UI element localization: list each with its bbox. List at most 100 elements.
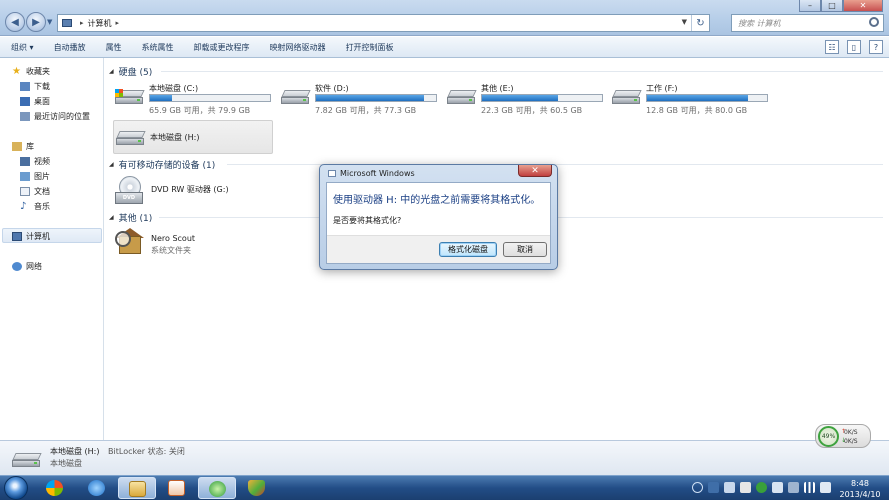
taskbar-app-ie[interactable]	[78, 477, 116, 499]
window-controls: – □ ✕	[799, 0, 883, 12]
cancel-button[interactable]: 取消	[503, 242, 547, 257]
collapse-triangle-icon[interactable]: ◢	[109, 68, 114, 75]
minimize-button[interactable]: –	[799, 0, 821, 12]
properties-button[interactable]: 属性	[96, 42, 132, 53]
drive-h[interactable]: 本地磁盘 (H:)	[113, 120, 273, 154]
nav-pictures[interactable]: 图片	[20, 171, 50, 182]
nav-libraries[interactable]: 库	[12, 141, 34, 152]
drive-c[interactable]: 本地磁盘 (C:) 65.9 GB 可用，共 79.9 GB	[113, 80, 273, 115]
autoplay-button[interactable]: 自动播放	[44, 42, 96, 53]
forward-button[interactable]: ▶	[26, 12, 46, 32]
nav-libraries-label: 库	[26, 142, 34, 151]
nav-downloads[interactable]: 下载	[20, 81, 50, 92]
taskbar-app-security[interactable]	[238, 477, 276, 499]
taskbar: 8:48 2013/4/10	[0, 475, 889, 500]
taskbar-app-explorer[interactable]	[118, 477, 156, 499]
group-header-hard-disks[interactable]: ◢ 硬盘 (5)	[109, 65, 152, 78]
nav-desktop-label: 桌面	[34, 97, 50, 106]
group-header-label: 其他 (1)	[118, 214, 153, 224]
dvd-drive-g[interactable]: DVD DVD RW 驱动器 (G:)	[113, 174, 293, 208]
drive-space-info: 7.82 GB 可用，共 77.3 GB	[315, 106, 417, 115]
nav-favorites-label: 收藏夹	[26, 67, 50, 76]
arrow-right-icon: ▶	[32, 16, 40, 28]
download-speed: 0K/S	[844, 438, 858, 445]
drive-f[interactable]: 工作 (F:) 12.8 GB 可用，共 80.0 GB	[610, 80, 770, 115]
address-bar[interactable]: ▸ 计算机 ▸ ▼ ↻	[57, 14, 710, 32]
dialog-body: 使用驱动器 H: 中的光盘之前需要将其格式化。 是否要将其格式化? 格式化磁盘 …	[326, 182, 551, 264]
collapse-triangle-icon[interactable]: ◢	[109, 161, 114, 168]
hard-disk-icon	[116, 131, 146, 147]
title-bar: – □ ✕ ◀ ▶ ▼ ▸ 计算机 ▸ ▼ ↻ 搜索 计算机	[0, 0, 889, 36]
refresh-icon[interactable]: ↻	[691, 15, 709, 31]
item-name: Nero Scout	[151, 234, 196, 243]
nav-computer[interactable]: 计算机	[12, 231, 50, 242]
gadget-percent: 49%	[818, 426, 839, 447]
nav-favorites[interactable]: ★ 收藏夹	[12, 66, 50, 77]
start-button[interactable]	[4, 476, 28, 500]
close-button[interactable]: ✕	[843, 0, 883, 12]
chevron-right-icon[interactable]: ▸	[80, 19, 84, 27]
tray-security-icon[interactable]	[756, 482, 767, 493]
drive-d[interactable]: 软件 (D:) 7.82 GB 可用，共 77.3 GB	[279, 80, 439, 115]
nav-network[interactable]: 网络	[12, 261, 42, 272]
nav-music[interactable]: ♪ 音乐	[20, 201, 50, 212]
nero-scout-item[interactable]: Nero Scout 系统文件夹	[113, 226, 293, 260]
breadcrumb-computer[interactable]: 计算机	[88, 18, 112, 29]
internet-explorer-icon	[88, 480, 105, 496]
nav-recent-places[interactable]: 最近访问的位置	[20, 111, 90, 122]
tray-speaker-icon[interactable]	[820, 482, 831, 493]
drive-usage-bar	[149, 94, 271, 102]
uninstall-program-button[interactable]: 卸载或更改程序	[184, 42, 260, 53]
help-icon[interactable]: ?	[869, 40, 883, 54]
nav-desktop[interactable]: 桌面	[20, 96, 50, 107]
view-options-icon[interactable]: ☷	[825, 40, 839, 54]
video-icon	[20, 157, 30, 166]
dialog-title: Microsoft Windows	[340, 169, 415, 178]
maximize-button[interactable]: □	[821, 0, 843, 12]
organize-menu[interactable]: 组织 ▾	[0, 42, 44, 53]
taskbar-clock[interactable]: 8:48 2013/4/10	[835, 478, 885, 500]
search-icon	[869, 17, 879, 27]
address-dropdown-icon[interactable]: ▼	[682, 18, 687, 26]
drive-e[interactable]: 其他 (E:) 22.3 GB 可用，共 60.5 GB	[445, 80, 605, 115]
music-icon: ♪	[20, 201, 27, 212]
drive-usage-bar	[646, 94, 768, 102]
details-title: 本地磁盘 (H:) BitLocker 状态: 关闭	[50, 446, 185, 457]
nav-pictures-label: 图片	[34, 172, 50, 181]
nav-videos[interactable]: 视频	[20, 156, 50, 167]
tray-flag-icon[interactable]	[740, 482, 751, 493]
tray-usb-icon[interactable]	[788, 482, 799, 493]
tray-network-icon[interactable]	[804, 482, 815, 493]
taskbar-app-color[interactable]	[36, 477, 74, 499]
taskbar-app-360[interactable]	[198, 477, 236, 499]
group-header-removable[interactable]: ◢ 有可移动存储的设备 (1)	[109, 158, 215, 171]
group-header-other[interactable]: ◢ 其他 (1)	[109, 211, 152, 224]
nav-documents[interactable]: 文档	[20, 186, 50, 197]
preview-pane-icon[interactable]: ▯	[847, 40, 861, 54]
drive-space-info: 12.8 GB 可用，共 80.0 GB	[646, 106, 748, 115]
taskbar-app-media[interactable]	[158, 477, 196, 499]
clock-date: 2013/4/10	[839, 490, 881, 499]
dialog-close-button[interactable]: ✕	[518, 165, 552, 177]
network-speed-gadget[interactable]: 49% ↑ ↓ 0K/S 0K/S	[815, 424, 871, 448]
system-properties-button[interactable]: 系统属性	[132, 42, 184, 53]
tray-app-icon[interactable]	[708, 482, 719, 493]
recent-pages-dropdown[interactable]: ▼	[47, 18, 52, 26]
drive-name: 本地磁盘 (C:)	[149, 84, 199, 93]
nav-computer-label: 计算机	[26, 232, 50, 241]
chevron-right-icon[interactable]: ▸	[116, 19, 120, 27]
shield-icon	[248, 480, 265, 496]
back-button[interactable]: ◀	[5, 12, 25, 32]
tray-help-icon[interactable]	[692, 482, 703, 493]
format-disk-button[interactable]: 格式化磁盘	[439, 242, 497, 257]
collapse-triangle-icon[interactable]: ◢	[109, 214, 114, 221]
search-input[interactable]: 搜索 计算机	[731, 14, 884, 32]
upload-speed: 0K/S	[844, 429, 858, 436]
nav-music-label: 音乐	[34, 202, 50, 211]
tray-volume-icon[interactable]	[724, 482, 735, 493]
map-network-drive-button[interactable]: 映射网络驱动器	[260, 42, 336, 53]
system-tray	[692, 482, 831, 493]
nero-scout-icon	[115, 228, 145, 258]
open-control-panel-button[interactable]: 打开控制面板	[336, 42, 404, 53]
tray-monitor-icon[interactable]	[772, 482, 783, 493]
